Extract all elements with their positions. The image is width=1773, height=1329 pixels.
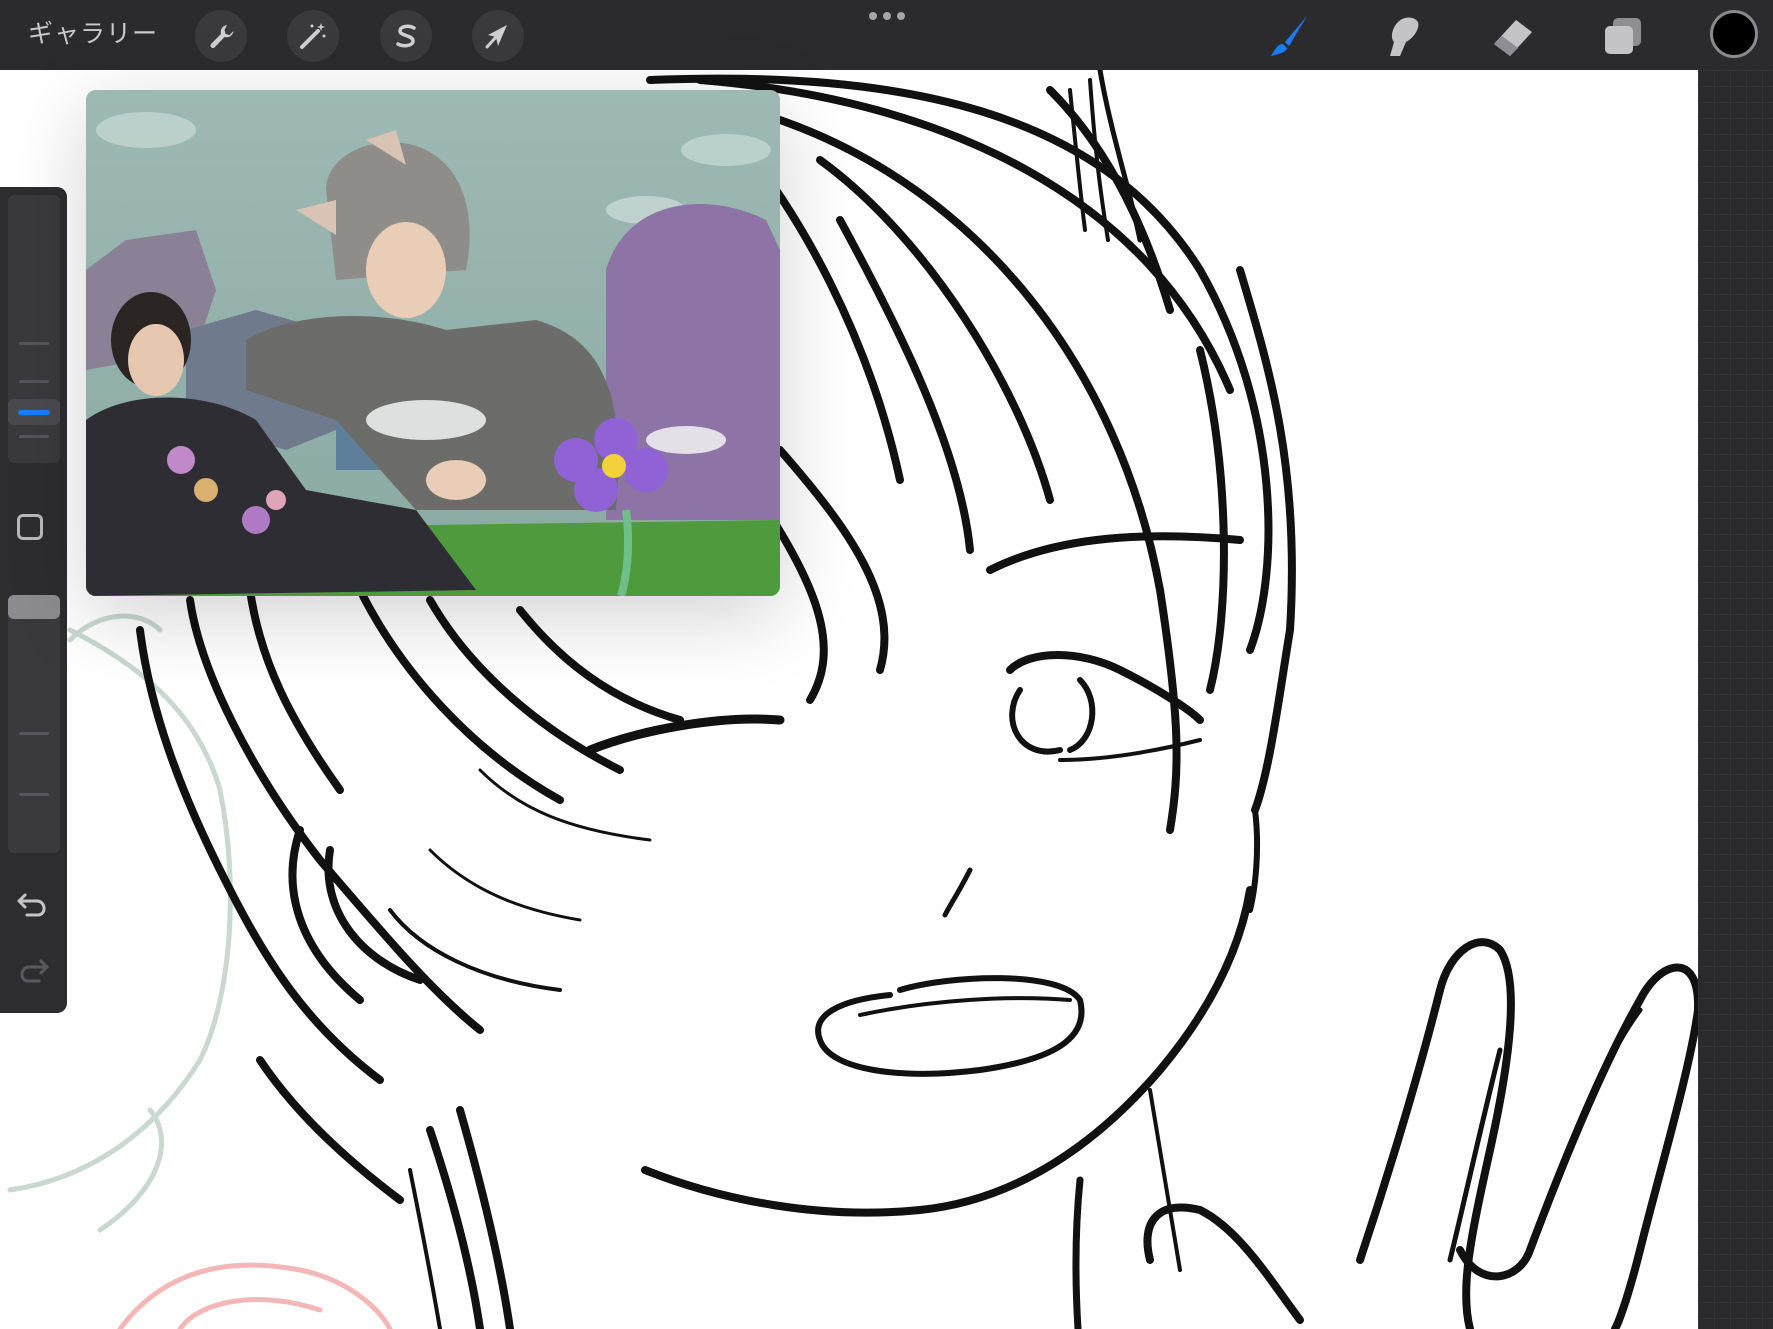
redo-button[interactable] [13,953,53,989]
reference-photo-panel[interactable] [86,90,780,596]
brush-size-handle[interactable] [8,399,60,425]
actions-button[interactable] [195,10,247,62]
slider-tick [19,793,49,796]
slider-tick [19,732,49,735]
color-picker-swatch[interactable] [1710,10,1758,58]
transform-button[interactable] [472,10,524,62]
brush-icon [1271,16,1307,56]
layers-button[interactable] [1597,10,1649,62]
opacity-handle[interactable] [8,595,60,619]
wrench-icon [210,25,234,48]
left-sidebar [0,187,67,1013]
gallery-button[interactable]: ギャラリー [28,14,158,54]
slider-tick [19,435,49,438]
brush-button[interactable] [1263,10,1315,62]
eraser-button[interactable] [1486,10,1538,62]
arrow-cursor-icon [485,25,507,49]
undo-icon [17,893,46,917]
smudge-button[interactable] [1374,10,1426,62]
canvas-grid-margin [1698,70,1773,1329]
undo-button[interactable] [13,887,53,923]
selection-s-icon [396,24,416,48]
redo-icon [20,959,49,983]
slider-tick [19,380,49,383]
eraser-icon [1494,20,1532,56]
opacity-slider[interactable] [8,595,60,853]
layers-icon [1605,18,1641,54]
reference-photo [86,90,780,596]
smudge-finger-icon [1390,17,1419,56]
top-toolbar: ギャラリー [0,0,1773,70]
adjustments-button[interactable] [287,10,339,62]
magic-wand-icon [300,23,326,49]
slider-tick [19,342,49,345]
more-options-dots[interactable] [869,10,905,22]
brush-size-slider[interactable] [8,195,60,463]
selection-button[interactable] [380,10,432,62]
modify-button[interactable] [17,514,43,540]
